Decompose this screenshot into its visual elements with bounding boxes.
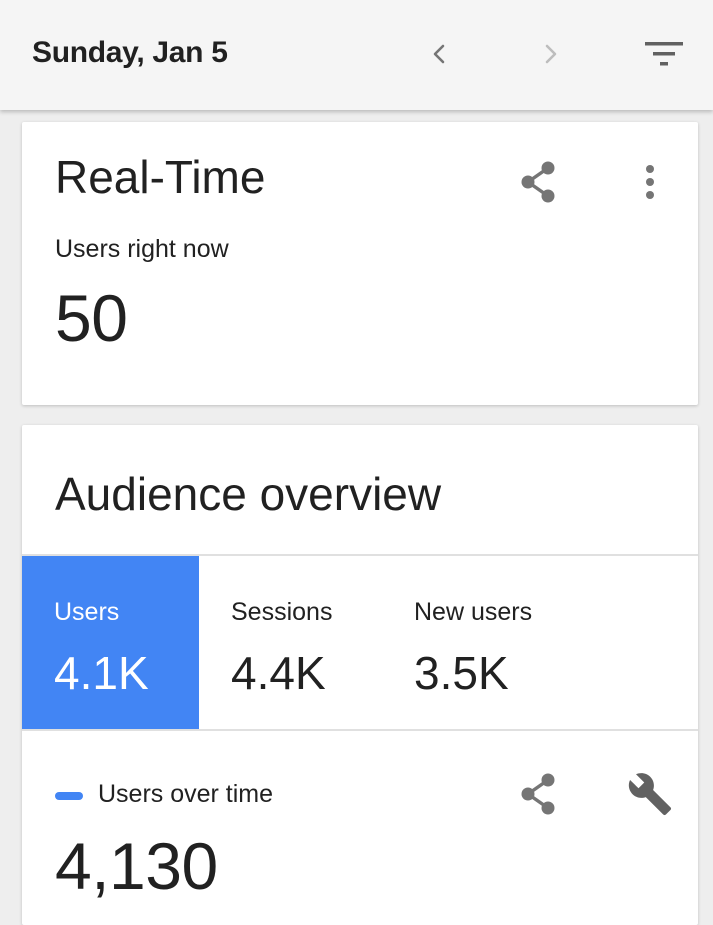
share-icon [521,773,555,815]
audience-overview-title: Audience overview [55,468,442,520]
realtime-card[interactable]: Real-Time Users right now 50 [22,122,698,405]
tab-new-users-label: New users [414,598,533,626]
users-right-now-label: Users right now [55,235,229,263]
previous-day-button[interactable] [415,30,463,78]
realtime-more-button[interactable] [626,158,674,206]
audience-customize-button[interactable] [626,770,674,818]
realtime-share-button[interactable] [514,158,562,206]
tab-users-label: Users [54,598,120,626]
users-over-time-total: 4,130 [55,829,218,903]
chevron-right-icon [545,44,557,64]
tab-sessions[interactable]: Sessions 4.4K [199,556,382,729]
filter-button[interactable] [640,30,688,78]
chevron-left-icon [433,44,445,64]
users-right-now-value: 50 [55,281,128,355]
wrench-icon [628,773,672,816]
tab-sessions-label: Sessions [231,598,333,626]
filter-icon [645,42,683,66]
tab-users[interactable]: Users 4.1K [22,556,199,729]
realtime-title: Real-Time [55,151,266,203]
audience-overview-card: Audience overview Users 4.1K Sessions 4.… [22,425,698,925]
share-icon [521,161,555,203]
top-app-bar: Sunday, Jan 5 [0,0,713,110]
more-vert-icon [646,165,654,199]
date-title[interactable]: Sunday, Jan 5 [32,36,228,70]
tab-new-users[interactable]: New users 3.5K [382,556,698,729]
tab-users-value: 4.1K [54,647,149,699]
users-over-time-label: Users over time [98,780,274,808]
audience-share-button[interactable] [514,770,562,818]
tab-sessions-value: 4.4K [231,647,326,699]
tab-new-users-value: 3.5K [414,647,509,699]
divider [22,729,698,731]
next-day-button[interactable] [527,30,575,78]
legend-swatch [55,792,83,800]
